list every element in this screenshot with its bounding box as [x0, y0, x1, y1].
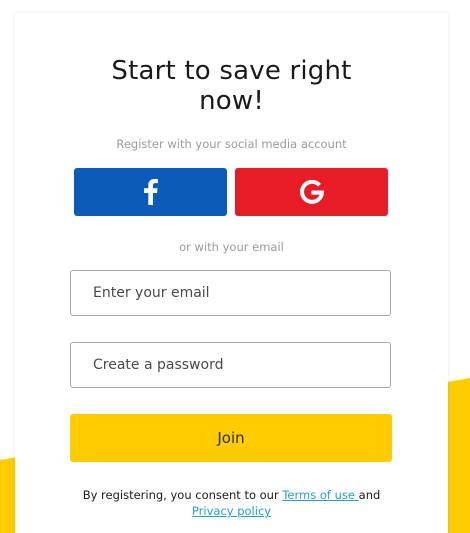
- facebook-login-button[interactable]: [74, 168, 227, 216]
- title-line-1: Start to save right: [111, 56, 352, 86]
- google-login-button[interactable]: [235, 168, 388, 216]
- google-g-icon: [299, 179, 324, 204]
- email-input[interactable]: [70, 270, 391, 316]
- password-input[interactable]: [70, 342, 391, 388]
- join-button[interactable]: Join: [70, 414, 392, 462]
- consent-and: and: [358, 488, 381, 502]
- social-register-caption: Register with your social media account: [116, 137, 347, 151]
- signup-card: Start to save right now! Register with y…: [15, 13, 448, 533]
- consent-prefix: By registering, you consent to our: [82, 488, 283, 502]
- privacy-policy-link[interactable]: Privacy policy: [192, 504, 271, 518]
- title-line-2: now!: [199, 86, 264, 116]
- terms-of-use-link[interactable]: Terms of use: [282, 488, 358, 502]
- email-register-caption: or with your email: [179, 240, 284, 254]
- page-title: Start to save right now!: [15, 56, 448, 116]
- facebook-f-icon: [143, 179, 158, 205]
- consent-text: By registering, you consent to our Terms…: [15, 487, 448, 519]
